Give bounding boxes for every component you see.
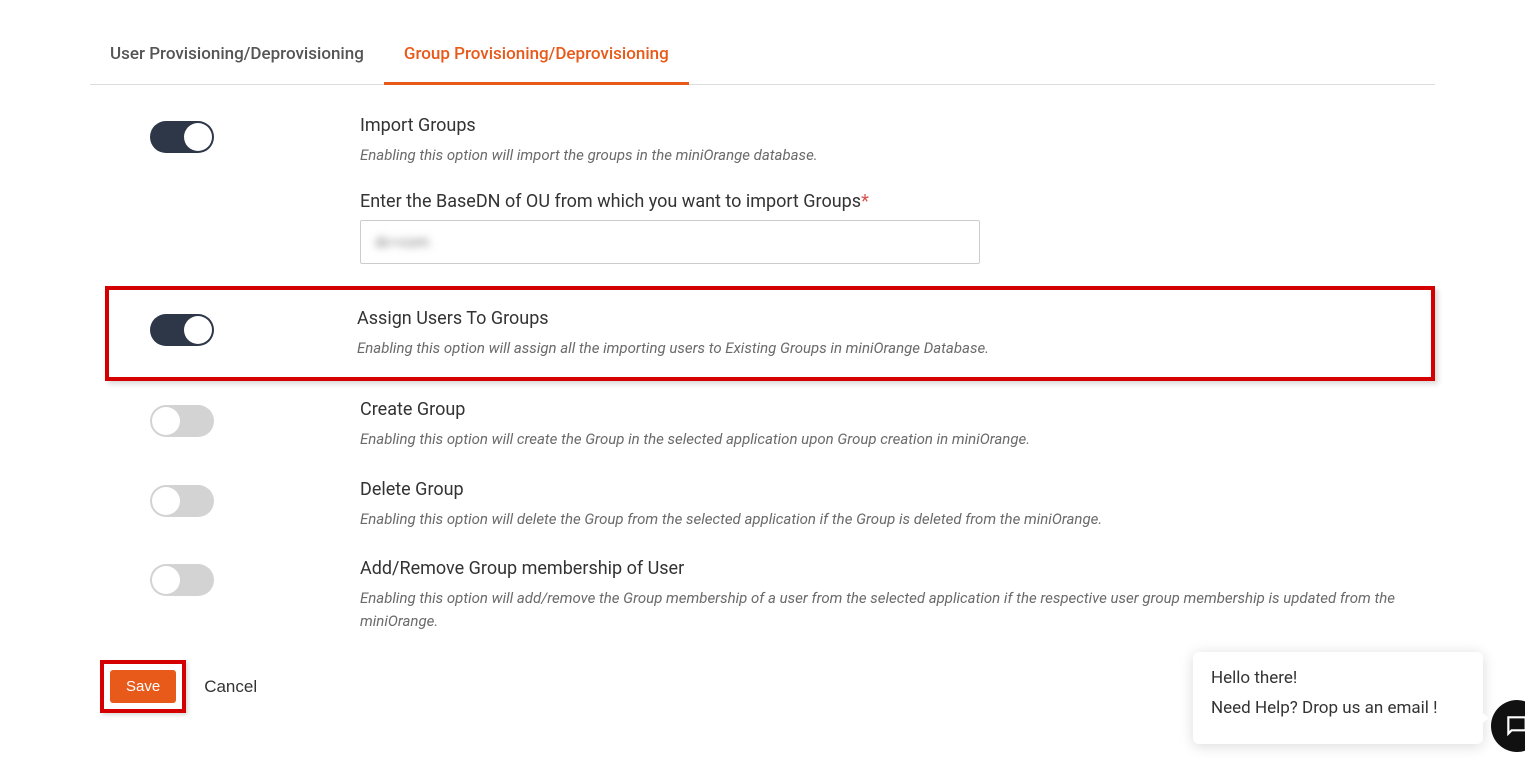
row-import-groups: Import Groups Enabling this option will …	[150, 115, 1435, 264]
desc-add-remove-membership: Enabling this option will add/remove the…	[360, 587, 1435, 632]
desc-delete-group: Enabling this option will delete the Gro…	[360, 508, 1435, 531]
chat-line-1: Hello there!	[1211, 668, 1465, 688]
label-assign-users: Assign Users To Groups	[357, 308, 1411, 329]
desc-assign-users: Enabling this option will assign all the…	[357, 337, 1411, 360]
row-delete-group: Delete Group Enabling this option will d…	[150, 479, 1435, 531]
label-import-groups: Import Groups	[360, 115, 1435, 136]
desc-import-groups: Enabling this option will import the gro…	[360, 144, 1435, 167]
input-basedn[interactable]: dc=com	[360, 220, 980, 264]
label-basedn: Enter the BaseDN of OU from which you wa…	[360, 191, 1435, 212]
row-create-group: Create Group Enabling this option will c…	[150, 399, 1435, 451]
label-add-remove-membership: Add/Remove Group membership of User	[360, 558, 1435, 579]
tab-user-provisioning[interactable]: User Provisioning/Deprovisioning	[90, 30, 384, 85]
desc-create-group: Enabling this option will create the Gro…	[360, 428, 1435, 451]
toggle-create-group[interactable]	[150, 405, 214, 437]
chat-popup[interactable]: Hello there! Need Help? Drop us an email…	[1193, 652, 1483, 744]
cancel-button[interactable]: Cancel	[204, 677, 257, 697]
tabs: User Provisioning/Deprovisioning Group P…	[90, 30, 1435, 85]
label-create-group: Create Group	[360, 399, 1435, 420]
toggle-import-groups[interactable]	[150, 121, 214, 153]
toggle-delete-group[interactable]	[150, 485, 214, 517]
row-assign-users: Assign Users To Groups Enabling this opt…	[105, 286, 1435, 382]
save-button[interactable]: Save	[110, 670, 176, 703]
row-add-remove-membership: Add/Remove Group membership of User Enab…	[150, 558, 1435, 632]
highlight-save: Save	[100, 660, 186, 713]
tab-group-provisioning[interactable]: Group Provisioning/Deprovisioning	[384, 30, 689, 85]
chat-line-2: Need Help? Drop us an email !	[1211, 698, 1465, 718]
toggle-assign-users[interactable]	[150, 314, 214, 346]
toggle-add-remove-membership[interactable]	[150, 564, 214, 596]
label-delete-group: Delete Group	[360, 479, 1435, 500]
